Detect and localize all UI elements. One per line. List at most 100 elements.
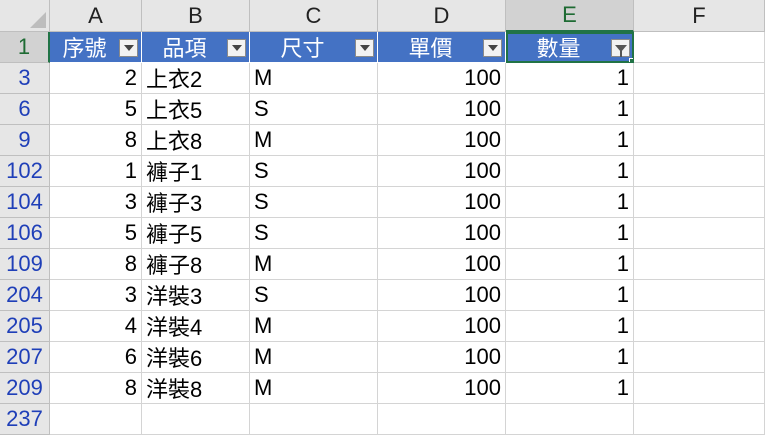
cell-seq[interactable]: 5 bbox=[50, 218, 142, 249]
cell-seq[interactable]: 3 bbox=[50, 187, 142, 218]
cell-size[interactable]: M bbox=[250, 63, 378, 94]
select-all-corner[interactable] bbox=[0, 0, 50, 32]
cell-empty[interactable] bbox=[250, 404, 378, 435]
cell-size[interactable]: S bbox=[250, 187, 378, 218]
cell-qty[interactable]: 1 bbox=[506, 311, 634, 342]
column-header-d[interactable]: D bbox=[378, 0, 506, 32]
cell-price[interactable]: 100 bbox=[378, 218, 506, 249]
cell-f1[interactable] bbox=[634, 32, 765, 63]
filter-dropdown-icon[interactable] bbox=[483, 39, 502, 57]
cell-empty[interactable] bbox=[634, 218, 765, 249]
cell-empty[interactable] bbox=[634, 342, 765, 373]
cell-size[interactable]: M bbox=[250, 311, 378, 342]
cell-price[interactable]: 100 bbox=[378, 125, 506, 156]
row-header[interactable]: 9 bbox=[0, 125, 50, 156]
row-header-1[interactable]: 1 bbox=[0, 32, 50, 63]
cell-size[interactable]: M bbox=[250, 249, 378, 280]
row-header[interactable]: 207 bbox=[0, 342, 50, 373]
cell-seq[interactable]: 3 bbox=[50, 280, 142, 311]
row-header[interactable]: 6 bbox=[0, 94, 50, 125]
cell-qty[interactable]: 1 bbox=[506, 249, 634, 280]
cell-item[interactable]: 上衣2 bbox=[142, 63, 250, 94]
row-header[interactable]: 237 bbox=[0, 404, 50, 435]
filter-dropdown-icon[interactable] bbox=[355, 39, 374, 57]
row-header[interactable]: 204 bbox=[0, 280, 50, 311]
row-header[interactable]: 109 bbox=[0, 249, 50, 280]
cell-seq[interactable]: 8 bbox=[50, 249, 142, 280]
cell-empty[interactable] bbox=[50, 404, 142, 435]
cell-empty[interactable] bbox=[634, 249, 765, 280]
cell-price[interactable]: 100 bbox=[378, 249, 506, 280]
cell-empty[interactable] bbox=[634, 187, 765, 218]
cell-size[interactable]: S bbox=[250, 218, 378, 249]
row-header[interactable]: 102 bbox=[0, 156, 50, 187]
column-header-c[interactable]: C bbox=[250, 0, 378, 32]
cell-item[interactable]: 洋裝8 bbox=[142, 373, 250, 404]
cell-empty[interactable] bbox=[634, 280, 765, 311]
cell-qty[interactable]: 1 bbox=[506, 63, 634, 94]
row-header[interactable]: 205 bbox=[0, 311, 50, 342]
cell-price[interactable]: 100 bbox=[378, 311, 506, 342]
cell-seq[interactable]: 1 bbox=[50, 156, 142, 187]
cell-empty[interactable] bbox=[634, 156, 765, 187]
row-header[interactable]: 3 bbox=[0, 63, 50, 94]
cell-empty[interactable] bbox=[634, 404, 765, 435]
cell-size[interactable]: S bbox=[250, 156, 378, 187]
cell-item[interactable]: 上衣8 bbox=[142, 125, 250, 156]
cell-item[interactable]: 上衣5 bbox=[142, 94, 250, 125]
cell-item[interactable]: 褲子1 bbox=[142, 156, 250, 187]
table-header-size[interactable]: 尺寸 bbox=[250, 32, 378, 63]
filter-dropdown-icon[interactable] bbox=[119, 39, 138, 57]
cell-price[interactable]: 100 bbox=[378, 373, 506, 404]
fill-handle[interactable] bbox=[629, 58, 633, 62]
cell-qty[interactable]: 1 bbox=[506, 187, 634, 218]
cell-price[interactable]: 100 bbox=[378, 187, 506, 218]
row-header[interactable]: 106 bbox=[0, 218, 50, 249]
cell-empty[interactable] bbox=[634, 373, 765, 404]
column-header-b[interactable]: B bbox=[142, 0, 250, 32]
cell-size[interactable]: M bbox=[250, 373, 378, 404]
cell-item[interactable]: 褲子5 bbox=[142, 218, 250, 249]
cell-empty[interactable] bbox=[634, 63, 765, 94]
table-header-seq[interactable]: 序號 bbox=[50, 32, 142, 63]
cell-size[interactable]: S bbox=[250, 280, 378, 311]
column-header-f[interactable]: F bbox=[634, 0, 765, 32]
cell-item[interactable]: 洋裝6 bbox=[142, 342, 250, 373]
cell-empty[interactable] bbox=[634, 125, 765, 156]
cell-empty[interactable] bbox=[378, 404, 506, 435]
column-header-a[interactable]: A bbox=[50, 0, 142, 32]
cell-item[interactable]: 褲子8 bbox=[142, 249, 250, 280]
table-header-item[interactable]: 品項 bbox=[142, 32, 250, 63]
cell-seq[interactable]: 5 bbox=[50, 94, 142, 125]
cell-qty[interactable]: 1 bbox=[506, 125, 634, 156]
cell-qty[interactable]: 1 bbox=[506, 342, 634, 373]
cell-qty[interactable]: 1 bbox=[506, 373, 634, 404]
cell-qty[interactable]: 1 bbox=[506, 156, 634, 187]
cell-size[interactable]: S bbox=[250, 94, 378, 125]
cell-qty[interactable]: 1 bbox=[506, 280, 634, 311]
cell-empty[interactable] bbox=[142, 404, 250, 435]
cell-seq[interactable]: 2 bbox=[50, 63, 142, 94]
cell-size[interactable]: M bbox=[250, 125, 378, 156]
cell-item[interactable]: 褲子3 bbox=[142, 187, 250, 218]
cell-price[interactable]: 100 bbox=[378, 94, 506, 125]
row-header[interactable]: 104 bbox=[0, 187, 50, 218]
cell-seq[interactable]: 4 bbox=[50, 311, 142, 342]
cell-seq[interactable]: 6 bbox=[50, 342, 142, 373]
table-header-price[interactable]: 單價 bbox=[378, 32, 506, 63]
cell-price[interactable]: 100 bbox=[378, 156, 506, 187]
cell-empty[interactable] bbox=[634, 311, 765, 342]
cell-seq[interactable]: 8 bbox=[50, 125, 142, 156]
cell-size[interactable]: M bbox=[250, 342, 378, 373]
cell-qty[interactable]: 1 bbox=[506, 94, 634, 125]
cell-price[interactable]: 100 bbox=[378, 280, 506, 311]
cell-empty[interactable] bbox=[634, 94, 765, 125]
column-header-e[interactable]: E bbox=[506, 0, 634, 32]
cell-item[interactable]: 洋裝4 bbox=[142, 311, 250, 342]
cell-seq[interactable]: 8 bbox=[50, 373, 142, 404]
filter-dropdown-icon[interactable] bbox=[227, 39, 246, 57]
cell-qty[interactable]: 1 bbox=[506, 218, 634, 249]
cell-price[interactable]: 100 bbox=[378, 63, 506, 94]
table-header-qty[interactable]: 數量 bbox=[506, 32, 634, 63]
cell-empty[interactable] bbox=[506, 404, 634, 435]
